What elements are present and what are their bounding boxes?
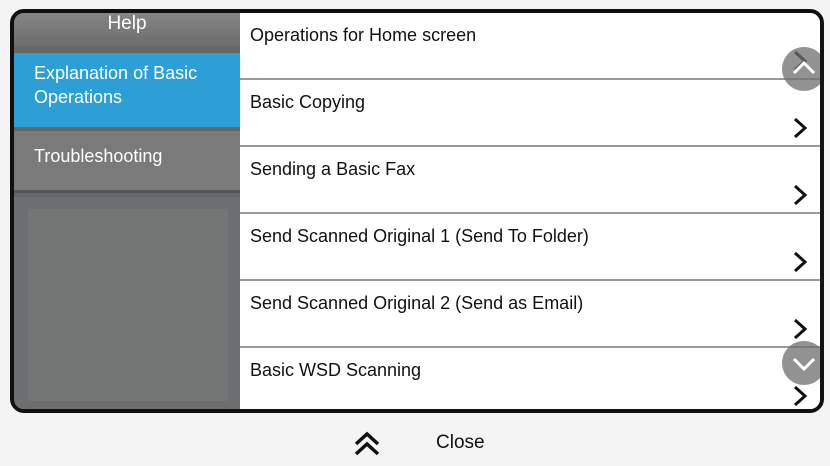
list-item-basic-copying[interactable]: Basic Copying: [240, 80, 820, 147]
list-item-label: Sending a Basic Fax: [250, 159, 416, 179]
close-button[interactable]: Close: [350, 426, 520, 462]
sidebar: Help Explanation of Basic Operations Tro…: [14, 13, 240, 409]
list-item-sending-a-basic-fax[interactable]: Sending a Basic Fax: [240, 147, 820, 214]
chevron-right-icon: [793, 117, 808, 139]
chevron-right-icon: [793, 318, 808, 340]
sidebar-item-label: Troubleshooting: [34, 146, 163, 166]
footer-bar: Close: [10, 416, 824, 466]
help-screen: Help Explanation of Basic Operations Tro…: [0, 0, 830, 466]
sidebar-empty-panel: [28, 209, 228, 401]
sidebar-title: Help: [14, 13, 240, 47]
sidebar-empty-area: [14, 197, 240, 409]
chevron-right-icon: [793, 385, 808, 407]
scroll-down-icon: [792, 357, 816, 372]
list-item-label: Send Scanned Original 1 (Send To Folder): [250, 226, 589, 246]
list-item-send-scanned-original-2[interactable]: Send Scanned Original 2 (Send as Email): [240, 281, 820, 348]
list-item-label: Basic Copying: [250, 92, 366, 112]
sidebar-item-label: Explanation of Basic Operations: [34, 63, 198, 107]
sidebar-item-explanation-of-basic-operations[interactable]: Explanation of Basic Operations: [14, 53, 240, 127]
sidebar-item-troubleshooting[interactable]: Troubleshooting: [14, 131, 240, 193]
list-item-send-scanned-original-1[interactable]: Send Scanned Original 1 (Send To Folder): [240, 214, 820, 281]
list-item-label: Send Scanned Original 2 (Send as Email): [250, 293, 584, 313]
scroll-up-icon: [792, 60, 816, 75]
list-item-label: Basic WSD Scanning: [250, 360, 422, 380]
scroll-up-button[interactable]: [782, 47, 820, 91]
chevron-right-icon: [793, 251, 808, 273]
list-item-label: Operations for Home screen: [250, 25, 477, 45]
help-topic-list: Operations for Home screen Basic Copying…: [240, 13, 820, 409]
double-chevron-up-icon: [354, 431, 380, 456]
list-item-operations-for-home-screen[interactable]: Operations for Home screen: [240, 13, 820, 80]
help-panel: Help Explanation of Basic Operations Tro…: [10, 9, 824, 413]
list-item-basic-wsd-scanning[interactable]: Basic WSD Scanning: [240, 348, 820, 409]
chevron-right-icon: [793, 184, 808, 206]
close-label: Close: [436, 432, 485, 453]
scroll-down-button[interactable]: [782, 341, 820, 385]
